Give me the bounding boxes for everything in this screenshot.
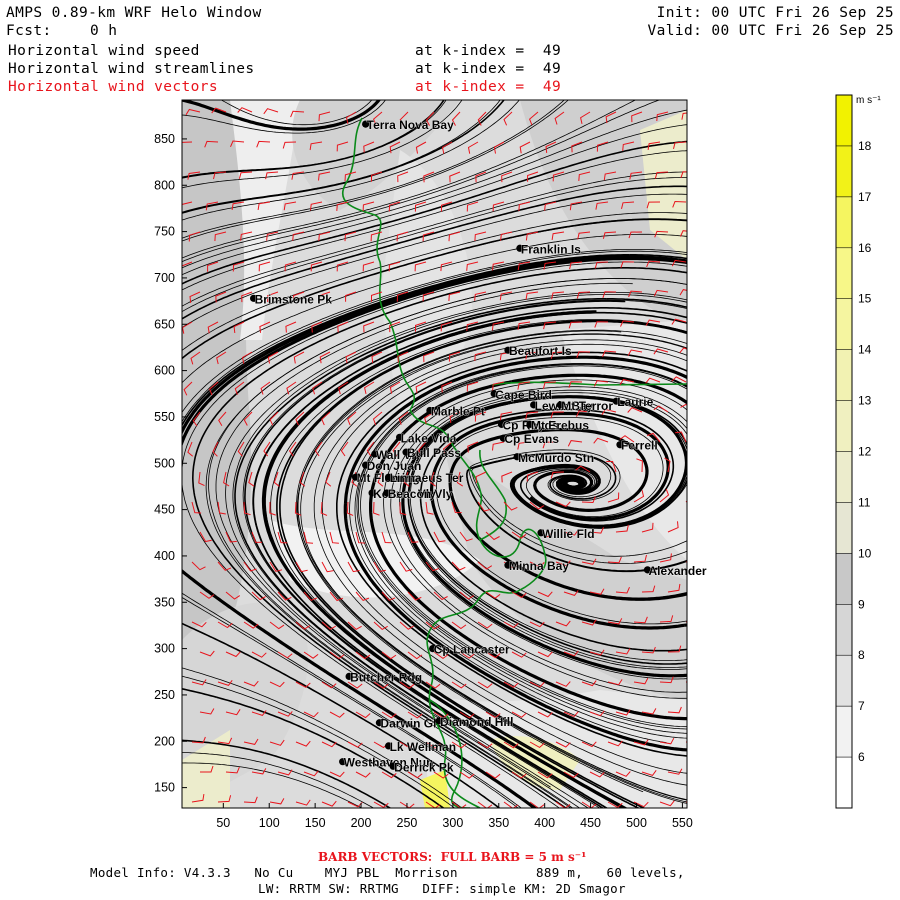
colorbar-label: 15 xyxy=(858,292,872,306)
y-axis-ticks: 150 200 250 300 350 400 450 500 550 600 650 700 750 8… xyxy=(154,132,187,795)
colorbar-swatch xyxy=(836,95,852,146)
colorbar-swatch xyxy=(836,247,852,299)
x-tick-label: 550 xyxy=(672,816,693,830)
colorbar-swatch xyxy=(836,145,852,197)
place-label: Linnaeus Ter xyxy=(390,471,464,485)
colorbar-swatch xyxy=(836,400,852,452)
barb-legend: BARB VECTORS: FULL BARB = 5 m s⁻¹ xyxy=(318,850,586,864)
colorbar-swatch xyxy=(836,553,852,605)
place-label: Darwin Gl xyxy=(380,717,436,731)
place-label: Mt Terror xyxy=(561,399,613,413)
colorbar: 6 7 8 9 10 11 12 13 14 15 16 17 18 m s⁻¹ xyxy=(835,94,881,809)
wind-barb xyxy=(694,767,707,773)
place-label: Willie Fld xyxy=(542,527,595,541)
colorbar-swatch xyxy=(836,451,852,503)
wind-barb xyxy=(694,520,703,532)
y-tick-label: 250 xyxy=(154,688,175,702)
colorbar-swatch xyxy=(836,655,852,707)
colorbar-label: 16 xyxy=(858,241,872,255)
y-tick-label: 550 xyxy=(154,410,175,424)
colorbar-swatch xyxy=(836,298,852,350)
wind-barb xyxy=(694,705,707,712)
place-label: Beacon Vly xyxy=(388,487,453,501)
y-tick-label: 800 xyxy=(154,178,175,192)
wind-barb xyxy=(685,561,687,563)
colorbar-label: 18 xyxy=(858,139,872,153)
colorbar-label: 11 xyxy=(858,495,871,509)
colorbar-unit: m s⁻¹ xyxy=(856,95,881,106)
wind-barb xyxy=(685,801,687,803)
colorbar-swatch xyxy=(836,502,852,554)
place-label: Brimstone Pk xyxy=(255,292,333,306)
colorbar-label: 9 xyxy=(858,597,865,611)
place-label: Butcher Rdg xyxy=(350,670,422,684)
x-tick-label: 400 xyxy=(534,816,555,830)
colorbar-label: 12 xyxy=(858,445,872,459)
wind-barb xyxy=(685,741,687,743)
x-tick-label: 300 xyxy=(442,816,463,830)
wind-map-plot: Terra Nova Bay Franklin Is Brimstone Pk Bea… xyxy=(154,94,881,830)
y-tick-label: 400 xyxy=(154,549,175,563)
colorbar-label: 7 xyxy=(858,699,865,713)
y-tick-label: 350 xyxy=(154,595,175,609)
place-label: Ferrell xyxy=(621,439,658,453)
wind-barb xyxy=(694,583,705,592)
x-tick-label: 200 xyxy=(351,816,372,830)
y-tick-label: 200 xyxy=(154,734,175,748)
colorbar-swatch xyxy=(836,757,852,808)
y-tick-label: 650 xyxy=(154,317,175,331)
place-label: Terra Nova Bay xyxy=(367,118,454,132)
y-tick-label: 850 xyxy=(154,132,175,146)
wind-barb xyxy=(694,644,706,652)
colorbar-label: 17 xyxy=(858,190,872,204)
barb-legend-text: FULL BARB = 5 m s⁻¹ xyxy=(440,850,587,864)
place-label: McMurdo Stn xyxy=(518,451,594,465)
x-tick-label: 250 xyxy=(397,816,418,830)
wind-barb xyxy=(685,681,687,683)
physics-info: LW: RRTM SW: RRTMG DIFF: simple KM: 2D S… xyxy=(258,881,626,896)
wind-barb xyxy=(685,621,687,623)
colorbar-label: 10 xyxy=(858,546,872,560)
place-label: Bull Pass xyxy=(407,446,461,460)
colorbar-label: 6 xyxy=(858,750,865,764)
colorbar-swatch xyxy=(836,196,852,248)
place-label: Derrick Pk xyxy=(394,760,454,774)
place-label: Lk Wellman xyxy=(390,740,456,754)
y-tick-label: 450 xyxy=(154,503,175,517)
colorbar-swatch xyxy=(836,706,852,758)
x-tick-label: 100 xyxy=(259,816,280,830)
place-label: Laurie xyxy=(617,395,653,409)
place-label: Alexander xyxy=(649,564,707,578)
place-label: Beaufort Is xyxy=(509,344,572,358)
wind-barb xyxy=(692,458,697,472)
y-tick-label: 300 xyxy=(154,642,175,656)
x-tick-label: 150 xyxy=(305,816,326,830)
y-tick-label: 600 xyxy=(154,364,175,378)
place-label: Diamond Hill xyxy=(440,715,513,729)
place-label: Cp Evans xyxy=(504,432,559,446)
y-tick-label: 750 xyxy=(154,225,175,239)
colorbar-swatch xyxy=(836,349,852,401)
colorbar-label: 14 xyxy=(858,343,872,357)
place-label: Cp Lancaster xyxy=(434,643,510,657)
colorbar-swatch xyxy=(836,604,852,656)
y-tick-label: 700 xyxy=(154,271,175,285)
x-tick-label: 350 xyxy=(488,816,509,830)
place-label: Franklin Is xyxy=(521,242,581,256)
colorbar-label: 13 xyxy=(858,394,872,408)
colorbar-label: 8 xyxy=(858,648,865,662)
y-tick-label: 150 xyxy=(154,781,175,795)
model-info: Model Info: V4.3.3 No Cu MYJ PBL Morriso… xyxy=(90,865,685,880)
place-label: Lake Vida xyxy=(401,431,457,445)
x-tick-label: 500 xyxy=(626,816,647,830)
place-label: Marble Pt xyxy=(431,404,485,418)
y-tick-label: 500 xyxy=(154,456,175,470)
place-label: Minna Bay xyxy=(509,559,569,573)
x-tick-label: 450 xyxy=(580,816,601,830)
x-tick-label: 50 xyxy=(216,816,230,830)
place-label: Mt Erebus xyxy=(531,418,589,432)
barb-legend-prefix: BARB VECTORS: xyxy=(318,850,433,864)
